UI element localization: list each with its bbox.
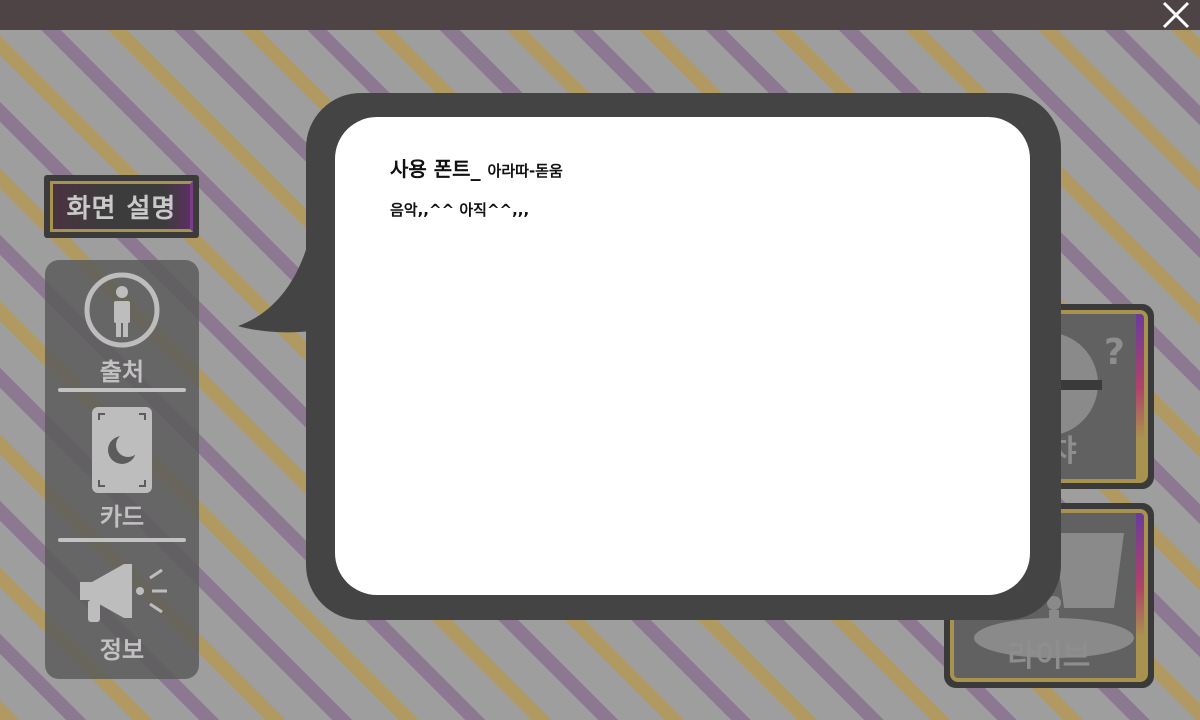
svg-text:★: ★ (109, 439, 117, 449)
music-credit-line: 음악,,^^ 아직^^,,, (390, 201, 530, 219)
screen-description-button[interactable]: 화면 설명 (44, 175, 199, 238)
font-credit-line: 사용 폰트_ 아라따-돋움 (390, 153, 563, 182)
card-accent-stripe (1136, 314, 1144, 479)
top-bar (0, 0, 1200, 30)
side-menu-panel: 출처 ★ 카드 정보 (45, 260, 199, 679)
sidebar-item-label: 카드 (99, 503, 145, 531)
bubble-tail (238, 236, 310, 333)
sidebar-item-label: 정보 (99, 636, 145, 664)
screen-description-label: 화면 설명 (50, 181, 193, 232)
close-icon (1162, 1, 1190, 29)
font-credit-name: 아라따-돋움 (487, 162, 563, 180)
person-info-icon (84, 272, 160, 348)
sidebar-item-label: 출처 (99, 358, 145, 386)
dialog-content: 사용 폰트_ 아라따-돋움 음악,,^^ 아직^^,,, (335, 117, 1030, 595)
divider (58, 388, 186, 392)
live-label: 라이브 (1007, 639, 1091, 674)
megaphone-icon (80, 564, 167, 622)
svg-text:?: ? (1104, 332, 1125, 373)
close-button[interactable] (1158, 0, 1194, 33)
font-credit-label: 사용 폰트_ (390, 157, 481, 181)
divider (58, 538, 186, 542)
card-accent-stripe (1136, 513, 1144, 678)
moon-card-icon: ★ (92, 407, 152, 493)
